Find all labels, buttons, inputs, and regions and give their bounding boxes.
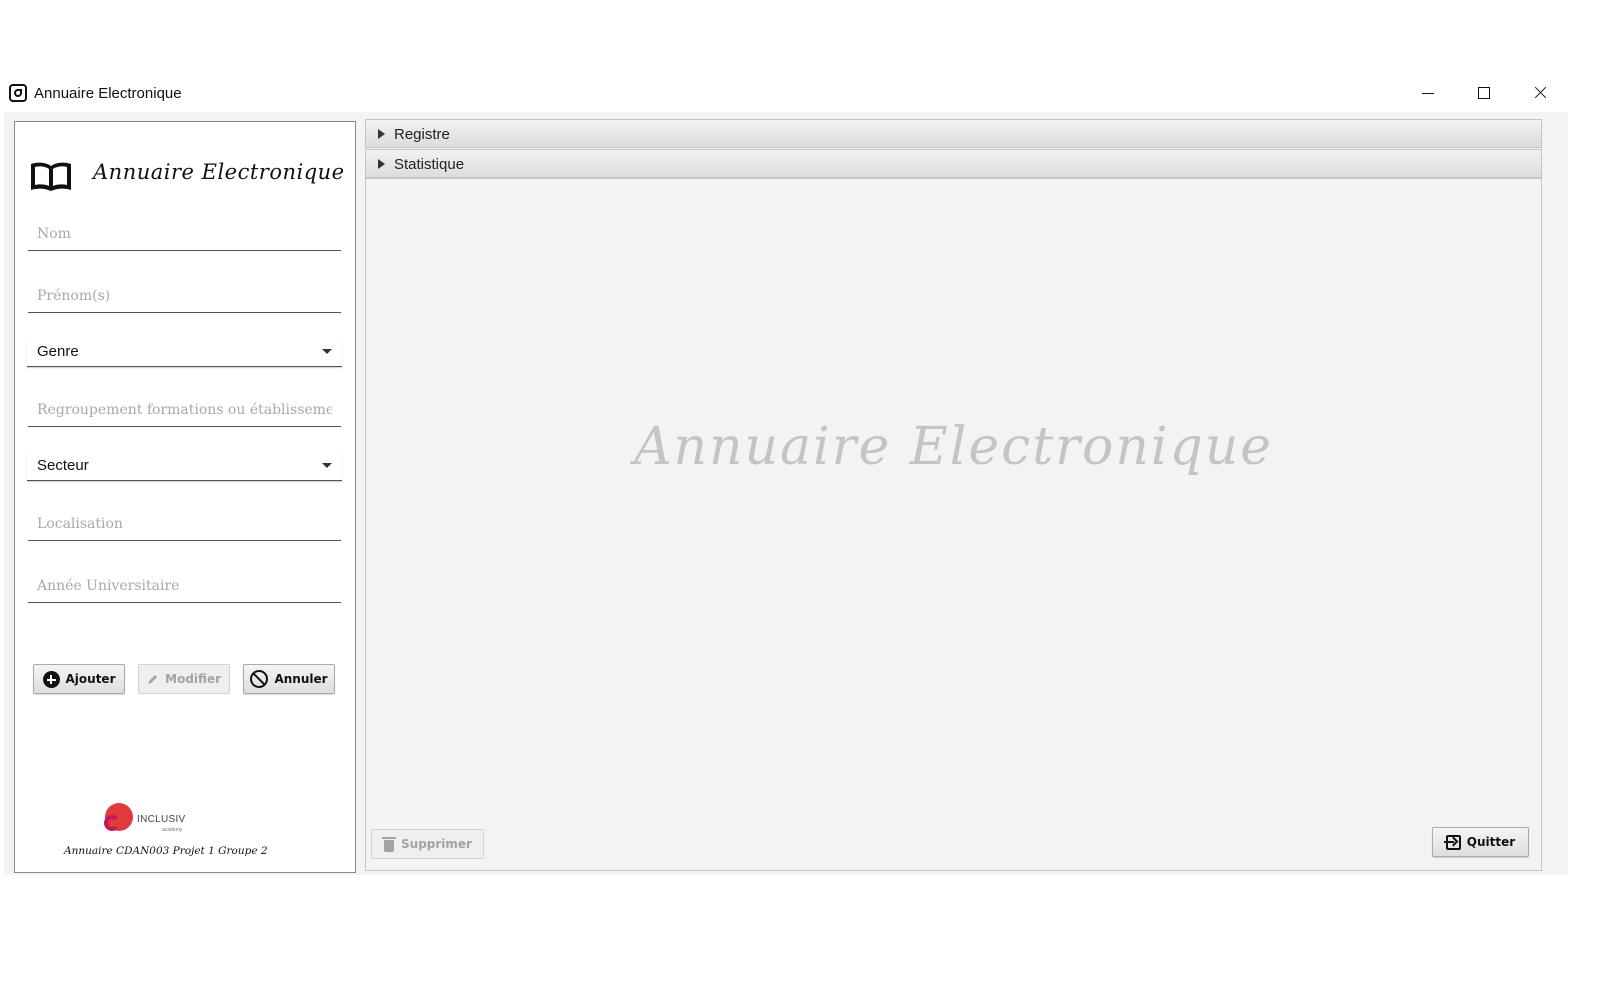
modifier-label: Modifier (165, 672, 221, 686)
localisation-field[interactable] (28, 509, 341, 541)
plus-circle-icon (42, 670, 60, 688)
quitter-label: Quitter (1466, 835, 1516, 849)
logo-subtext: academy (162, 827, 183, 833)
app-icon (9, 84, 27, 102)
annuler-button[interactable]: Annuler (243, 664, 335, 694)
minimize-button[interactable] (1405, 82, 1451, 104)
ajouter-label: Ajouter (65, 672, 116, 686)
accordion-label: Statistique (394, 156, 465, 173)
accordion: Registre Statistique (365, 119, 1542, 179)
prenoms-field[interactable] (28, 281, 341, 313)
nom-input[interactable] (28, 219, 341, 249)
maximize-button[interactable] (1461, 82, 1507, 104)
accordion-registre[interactable]: Registre (365, 119, 1542, 148)
chevron-down-icon (322, 349, 332, 354)
book-icon (31, 162, 71, 191)
annuler-label: Annuler (274, 672, 328, 686)
ban-icon (250, 670, 269, 688)
inclusiv-logo: INCLUSIV academy (104, 802, 194, 838)
brand-title: Annuaire Electronique (93, 160, 345, 184)
content-area: Annuaire Electronique Supprimer Quitter (365, 178, 1542, 871)
genre-select[interactable]: Genre (27, 337, 342, 367)
regroupement-input[interactable] (28, 395, 341, 425)
genre-value: Genre (37, 343, 79, 360)
localisation-input[interactable] (28, 509, 341, 539)
form-panel: Annuaire Electronique Genre Secteur Ajou… (14, 121, 356, 873)
caret-right-icon (378, 159, 385, 169)
annee-field[interactable] (28, 571, 341, 603)
window-title: Annuaire Electronique (34, 85, 182, 102)
footer-text: Annuaire CDAN003 Projet 1 Groupe 2 (64, 845, 268, 857)
close-button[interactable] (1517, 82, 1563, 104)
annee-input[interactable] (28, 571, 341, 601)
supprimer-label: Supprimer (401, 837, 472, 851)
modifier-button[interactable]: Modifier (138, 664, 230, 694)
watermark-title: Annuaire Electronique (633, 417, 1274, 477)
secteur-value: Secteur (37, 457, 89, 474)
ajouter-button[interactable]: Ajouter (33, 664, 125, 694)
chevron-down-icon (322, 463, 332, 468)
pencil-icon (148, 674, 158, 684)
accordion-label: Registre (394, 126, 450, 143)
exit-icon (1443, 834, 1461, 850)
quitter-button[interactable]: Quitter (1432, 827, 1529, 857)
title-bar (0, 80, 1623, 114)
logo-hook (104, 815, 120, 831)
prenoms-input[interactable] (28, 281, 341, 311)
logo-text: INCLUSIV (137, 814, 186, 825)
secteur-select[interactable]: Secteur (27, 451, 342, 481)
accordion-statistique[interactable]: Statistique (365, 149, 1542, 178)
trash-icon (382, 836, 397, 852)
caret-right-icon (378, 129, 385, 139)
nom-field[interactable] (28, 219, 341, 251)
supprimer-button[interactable]: Supprimer (371, 829, 484, 859)
regroupement-field[interactable] (28, 395, 341, 427)
